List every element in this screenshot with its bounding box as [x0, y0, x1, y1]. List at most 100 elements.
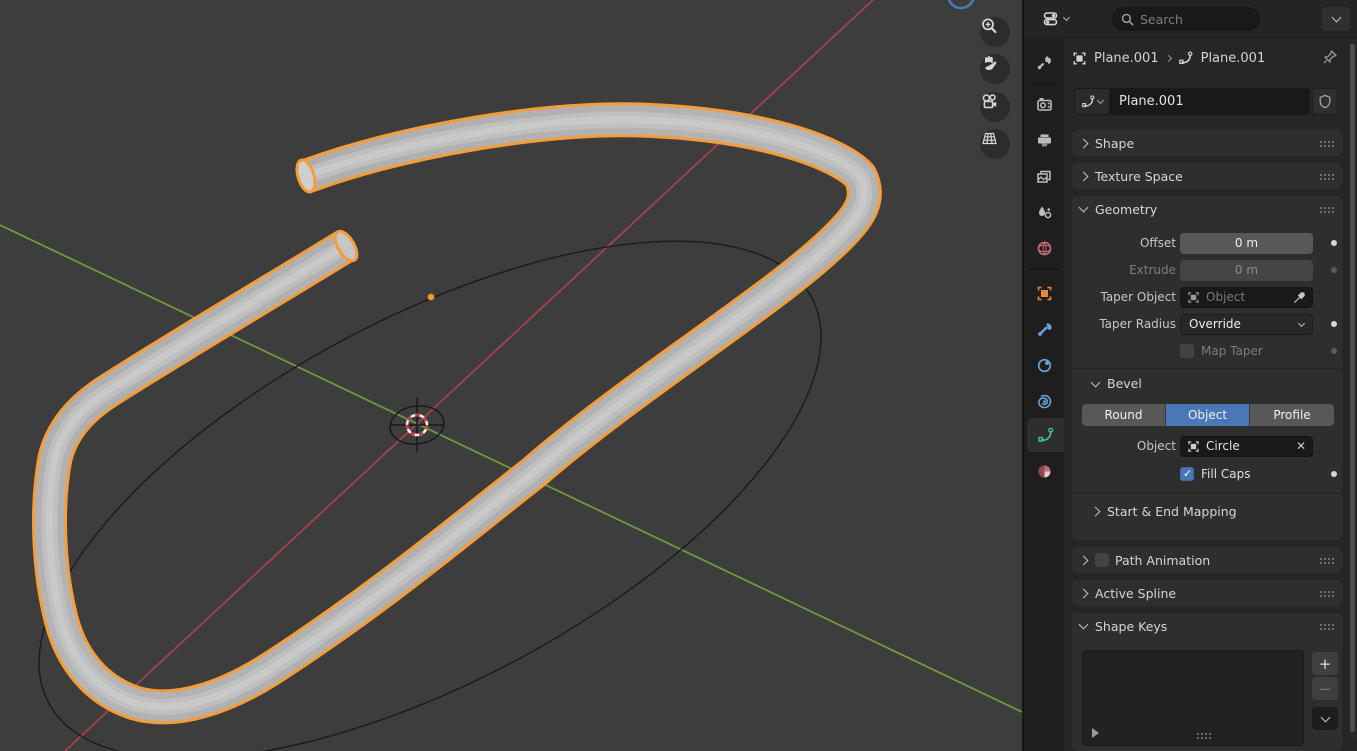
- clear-icon[interactable]: ✕: [1296, 439, 1306, 453]
- bevel-subpanel-header[interactable]: Bevel: [1092, 376, 1142, 391]
- chevron-down-icon: [1091, 377, 1101, 387]
- scrollbar[interactable]: [1350, 42, 1355, 742]
- editor-type-button[interactable]: [1036, 7, 1076, 31]
- extrude-value: 0 m: [1235, 263, 1258, 277]
- animate-dot: [1331, 267, 1337, 273]
- panel-texture-space[interactable]: Texture Space: [1072, 163, 1342, 189]
- curve-icon: [1081, 94, 1096, 109]
- bevel-type-segmented: Round Object Profile: [1082, 404, 1334, 426]
- filter-expand-icon[interactable]: [1092, 728, 1099, 738]
- taper-object-placeholder: Object: [1206, 290, 1245, 304]
- chevron-down-icon: [1320, 712, 1330, 722]
- panel-geometry-header[interactable]: Geometry: [1072, 196, 1342, 222]
- tab-view-layer[interactable]: [1024, 159, 1064, 193]
- shield-icon: [1318, 94, 1332, 109]
- header-menu-button[interactable]: [1322, 7, 1350, 31]
- add-shape-key-button[interactable]: +: [1312, 652, 1338, 675]
- search-input[interactable]: [1140, 12, 1240, 27]
- grid-toggle-button[interactable]: [980, 129, 1010, 159]
- panel-shape-keys: Shape Keys + −: [1072, 613, 1342, 751]
- panel-active-spline[interactable]: Active Spline: [1072, 580, 1342, 606]
- chevron-down-icon: [1063, 14, 1070, 21]
- remove-shape-key-button[interactable]: −: [1312, 677, 1338, 700]
- chevron-down-icon: [1097, 96, 1104, 103]
- tab-tool[interactable]: [1024, 45, 1064, 79]
- offset-value: 0 m: [1235, 236, 1258, 250]
- render-icon: [1036, 96, 1053, 113]
- tab-render[interactable]: [1024, 87, 1064, 121]
- panel-drag-grip[interactable]: [1319, 623, 1334, 630]
- panel-drag-grip[interactable]: [1319, 206, 1334, 213]
- map-taper-label: Map Taper: [1201, 344, 1263, 358]
- tab-physics[interactable]: [1024, 384, 1064, 418]
- panel-title: Texture Space: [1095, 169, 1183, 184]
- panel-shape[interactable]: Shape: [1072, 130, 1342, 156]
- extrude-field[interactable]: 0 m: [1180, 260, 1313, 281]
- viewport-scene: [0, 0, 1022, 751]
- animate-dot: [1331, 348, 1337, 354]
- eyedropper-icon[interactable]: [1293, 291, 1306, 304]
- panel-drag-grip[interactable]: [1319, 557, 1334, 564]
- path-animation-checkbox[interactable]: [1095, 553, 1109, 567]
- panel-drag-grip[interactable]: [1319, 173, 1334, 180]
- bevel-tab-object[interactable]: Object: [1166, 404, 1250, 426]
- panel-drag-grip[interactable]: [1319, 140, 1334, 147]
- properties-content: Plane.001 Plane.001: [1064, 39, 1348, 751]
- bevel-tab-profile[interactable]: Profile: [1250, 404, 1334, 426]
- properties-tab-strip: [1024, 39, 1064, 751]
- animate-dot[interactable]: [1331, 321, 1337, 327]
- panel-title: Shape: [1095, 136, 1134, 151]
- breadcrumb-object-name[interactable]: Plane.001: [1094, 51, 1159, 66]
- datablock-type-button[interactable]: [1074, 88, 1110, 115]
- plus-icon: +: [1319, 655, 1332, 673]
- chevron-down-icon: [1079, 620, 1089, 630]
- tab-particles[interactable]: [1024, 348, 1064, 382]
- taper-radius-value: Override: [1189, 317, 1241, 331]
- map-taper-checkbox[interactable]: [1180, 344, 1194, 358]
- fake-user-shield-button[interactable]: [1312, 88, 1338, 115]
- shape-keys-list[interactable]: [1082, 650, 1304, 746]
- pan-button[interactable]: [980, 54, 1010, 84]
- properties-header: [1024, 0, 1357, 38]
- animate-dot[interactable]: [1331, 471, 1337, 477]
- nav-gizmo-partial: [948, 0, 974, 8]
- bevel-object-value: Circle: [1206, 439, 1240, 453]
- taper-object-field[interactable]: Object: [1180, 287, 1313, 308]
- animate-dot[interactable]: [1331, 240, 1337, 246]
- bevel-title: Bevel: [1107, 376, 1142, 391]
- start-end-mapping-header[interactable]: Start & End Mapping: [1092, 504, 1237, 519]
- tab-output[interactable]: [1024, 123, 1064, 157]
- fill-caps-label: Fill Caps: [1201, 467, 1250, 481]
- bevel-tab-round[interactable]: Round: [1082, 404, 1166, 426]
- pin-button[interactable]: [1322, 49, 1338, 69]
- breadcrumb-data-name[interactable]: Plane.001: [1201, 51, 1266, 66]
- object-icon: [1187, 291, 1200, 304]
- bevel-object-field[interactable]: Circle ✕: [1180, 436, 1313, 457]
- zoom-button[interactable]: [980, 17, 1010, 47]
- chevron-right-icon: [1079, 555, 1089, 565]
- chevron-right-icon: [1079, 138, 1089, 148]
- curve-icon: [1178, 50, 1194, 66]
- datablock-name-input[interactable]: [1110, 88, 1310, 115]
- list-resize-grip[interactable]: [1196, 732, 1211, 739]
- search-icon: [1121, 13, 1134, 26]
- offset-field[interactable]: 0 m: [1180, 233, 1313, 254]
- breadcrumb-separator-icon: [1165, 54, 1172, 61]
- camera-view-button[interactable]: [980, 92, 1010, 122]
- fill-caps-checkbox[interactable]: [1180, 467, 1194, 481]
- tab-scene[interactable]: [1024, 195, 1064, 229]
- shape-key-specials-button[interactable]: [1312, 707, 1338, 730]
- physics-swirl-icon: [1036, 393, 1053, 410]
- panel-title: Active Spline: [1095, 586, 1176, 601]
- scrollbar-thumb[interactable]: [1350, 44, 1355, 732]
- taper-radius-dropdown[interactable]: Override: [1180, 314, 1313, 335]
- panel-drag-grip[interactable]: [1319, 590, 1334, 597]
- viewport-3d[interactable]: [0, 0, 1022, 751]
- chevron-right-icon: [1091, 507, 1101, 517]
- panel-path-animation[interactable]: Path Animation: [1072, 547, 1342, 573]
- taper-object-label: Taper Object: [1046, 290, 1176, 304]
- chevron-down-icon: [1079, 203, 1089, 213]
- tab-material[interactable]: [1024, 454, 1064, 488]
- panel-shape-keys-header[interactable]: Shape Keys: [1072, 613, 1342, 639]
- search-box[interactable]: [1112, 7, 1260, 31]
